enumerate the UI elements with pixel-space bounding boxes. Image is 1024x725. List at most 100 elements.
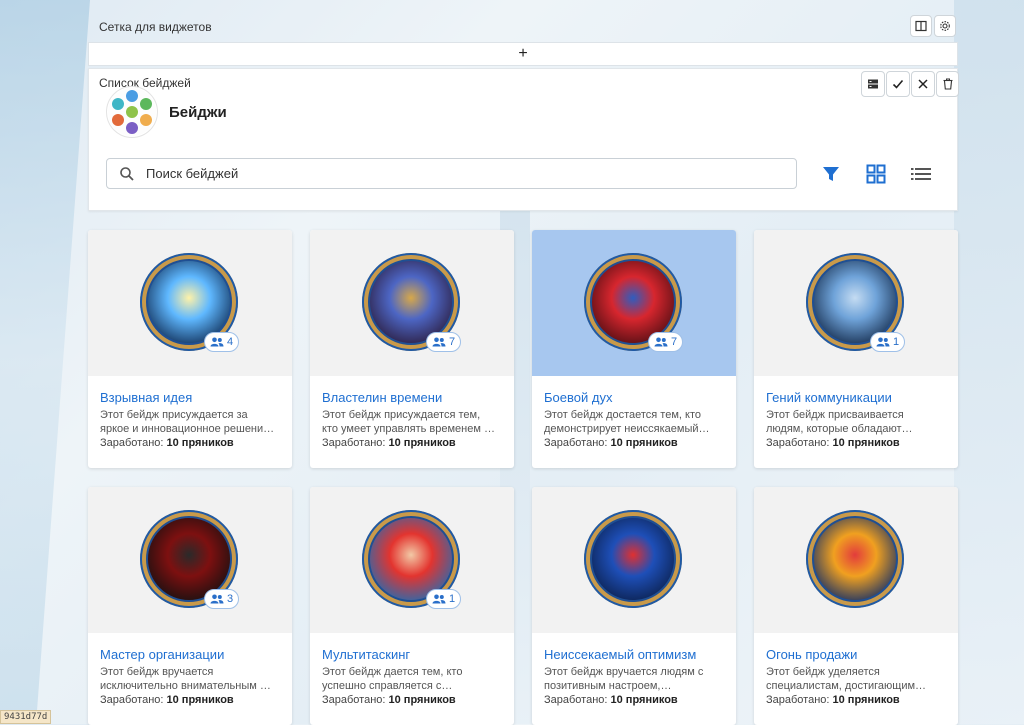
delete-widget-button[interactable] xyxy=(936,71,959,97)
earned-value: 10 пряников xyxy=(832,694,900,706)
badge-card[interactable]: 1 Мультитаскинг Этот бейдж дается тем, к… xyxy=(310,487,514,725)
search-input[interactable] xyxy=(144,165,748,182)
build-hash: 9431d77d xyxy=(0,710,52,724)
badge-description-line: Этот бейдж вручается xyxy=(100,666,214,678)
badge-description-line: исключительно внимательным … xyxy=(100,680,271,692)
server-icon xyxy=(868,79,878,89)
badge-description-line: позитивным настроем,… xyxy=(544,680,672,692)
users-icon xyxy=(210,337,224,347)
badge-card[interactable]: 7 Властелин времени Этот бейдж присуждае… xyxy=(310,230,514,468)
earned-label: Заработано: xyxy=(322,694,389,706)
badge-description-line: Этот бейдж достается тем, кто xyxy=(544,409,701,421)
filter-icon xyxy=(823,167,839,181)
badge-description: Этот бейдж присуждается за яркое и иннов… xyxy=(100,408,282,436)
search-field[interactable] xyxy=(106,158,797,189)
earned-value: 10 пряников xyxy=(832,437,900,449)
earned-count-badge: 1 xyxy=(426,589,462,609)
badge-description-line: демонстрирует неиссякаемый… xyxy=(544,423,710,435)
earned-label: Заработано: xyxy=(544,694,611,706)
badge-image-area: 7 xyxy=(310,230,514,376)
badge-list-panel: Список бейджей Бейджи xyxy=(88,68,959,211)
users-icon xyxy=(432,594,446,604)
widget-view-button[interactable] xyxy=(861,71,885,97)
earned-value: 10 пряников xyxy=(388,437,456,449)
badge-image-area xyxy=(754,487,958,633)
badge-card[interactable]: Огонь продажи Этот бейдж уделяется специ… xyxy=(754,487,958,725)
earned-count: 7 xyxy=(671,336,678,348)
add-widget-button[interactable]: + xyxy=(88,42,958,66)
badge-description-line: Этот бейдж дается тем, кто xyxy=(322,666,463,678)
badge-title[interactable]: Мультитаскинг xyxy=(322,647,410,662)
badge-description: Этот бейдж вручается исключительно внима… xyxy=(100,665,282,693)
trash-icon xyxy=(943,78,952,90)
badge-title[interactable]: Властелин времени xyxy=(322,390,442,405)
panel-title: Список бейджей xyxy=(99,76,191,90)
list-view-button[interactable] xyxy=(910,163,932,185)
earned-count-badge: 7 xyxy=(648,332,684,352)
badge-earned: Заработано: 10 пряников xyxy=(766,694,900,706)
badge-description-line: Этот бейдж присуждается за xyxy=(100,409,248,421)
earned-value: 10 пряников xyxy=(610,694,678,706)
background-decoration xyxy=(0,0,90,724)
widget-grid-header: Сетка для виджетов xyxy=(88,14,958,40)
badge-medal xyxy=(584,510,682,608)
badge-description: Этот бейдж уделяется специалистам, дости… xyxy=(766,665,948,693)
badge-description: Этот бейдж присуждается тем, кто умеет у… xyxy=(322,408,504,436)
badge-medal xyxy=(806,510,904,608)
badge-description-line: людям, которые обладают… xyxy=(766,423,913,435)
badge-title[interactable]: Гений коммуникации xyxy=(766,390,892,405)
close-icon xyxy=(918,79,928,89)
badge-title[interactable]: Огонь продажи xyxy=(766,647,857,662)
badge-description: Этот бейдж присваивается людям, которые … xyxy=(766,408,948,436)
earned-count-badge: 3 xyxy=(204,589,240,609)
badge-description-line: Этот бейдж уделяется xyxy=(766,666,880,678)
badge-title[interactable]: Неиссекаемый оптимизм xyxy=(544,647,696,662)
badge-title[interactable]: Мастер организации xyxy=(100,647,224,662)
check-icon xyxy=(892,79,904,89)
earned-label: Заработано: xyxy=(766,694,833,706)
users-icon xyxy=(210,594,224,604)
badge-card[interactable]: 1 Гений коммуникации Этот бейдж присваив… xyxy=(754,230,958,468)
cancel-button[interactable] xyxy=(911,71,935,97)
badge-earned: Заработано: 10 пряников xyxy=(322,694,456,706)
list-view-icon xyxy=(911,168,931,180)
earned-count: 7 xyxy=(449,336,456,348)
badge-card[interactable]: 4 Взрывная идея Этот бейдж присуждается … xyxy=(88,230,292,468)
layout-toggle-button[interactable] xyxy=(910,15,932,37)
badge-title[interactable]: Боевой дух xyxy=(544,390,612,405)
background-decoration xyxy=(954,0,1024,724)
badge-card[interactable]: 3 Мастер организации Этот бейдж вручаетс… xyxy=(88,487,292,725)
badge-earned: Заработано: 10 пряников xyxy=(544,437,678,449)
grid-view-icon xyxy=(866,164,886,184)
badge-image-area: 1 xyxy=(754,230,958,376)
earned-count: 1 xyxy=(893,336,900,348)
earned-count-badge: 7 xyxy=(426,332,462,352)
badge-card[interactable]: 7 Боевой дух Этот бейдж достается тем, к… xyxy=(532,230,736,468)
earned-count-badge: 1 xyxy=(870,332,906,352)
users-icon xyxy=(654,337,668,347)
earned-label: Заработано: xyxy=(322,437,389,449)
earned-count: 1 xyxy=(449,593,456,605)
earned-label: Заработано: xyxy=(544,437,611,449)
badge-card[interactable]: Неиссекаемый оптимизм Этот бейдж вручает… xyxy=(532,487,736,725)
badge-description: Этот бейдж достается тем, кто демонстрир… xyxy=(544,408,726,436)
badge-description-line: Этот бейдж присуждается тем, xyxy=(322,409,481,421)
columns-icon xyxy=(915,20,927,32)
badge-description-line: Этот бейдж присваивается xyxy=(766,409,904,421)
filter-button[interactable] xyxy=(820,163,842,185)
gear-icon xyxy=(940,21,950,31)
earned-value: 10 пряников xyxy=(388,694,456,706)
earned-value: 10 пряников xyxy=(610,437,678,449)
fireworks-cart-badge-icon xyxy=(812,516,898,602)
badge-description-line: успешно справляется с… xyxy=(322,680,453,692)
grid-view-button[interactable] xyxy=(865,163,887,185)
badge-earned: Заработано: 10 пряников xyxy=(100,437,234,449)
page-title: Бейджи xyxy=(169,104,227,121)
earned-label: Заработано: xyxy=(100,437,167,449)
earned-count: 4 xyxy=(227,336,234,348)
badge-title[interactable]: Взрывная идея xyxy=(100,390,192,405)
badge-description-line: яркое и инновационное решени… xyxy=(100,423,275,435)
badge-image-area: 3 xyxy=(88,487,292,633)
grid-settings-button[interactable] xyxy=(934,15,956,37)
confirm-button[interactable] xyxy=(886,71,910,97)
